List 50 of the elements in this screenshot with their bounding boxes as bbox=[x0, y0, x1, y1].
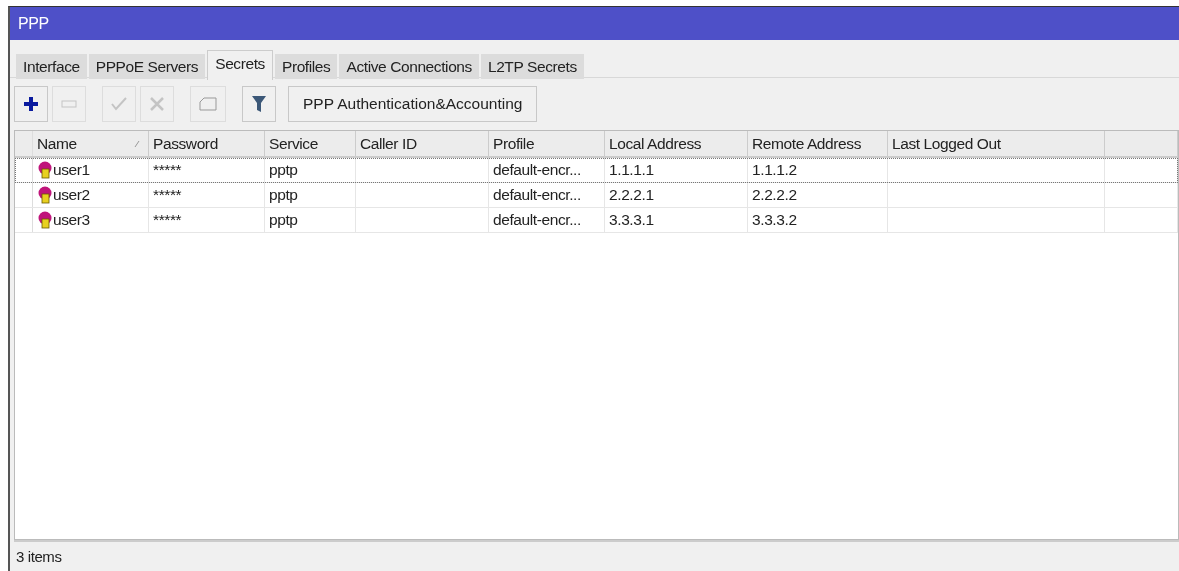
table-cell: ***** bbox=[153, 186, 182, 204]
window-title: PPP bbox=[10, 7, 1179, 40]
column-header[interactable]: Profile bbox=[489, 131, 605, 156]
tab[interactable]: L2TP Secrets bbox=[480, 54, 584, 79]
checkmark-icon bbox=[111, 97, 127, 111]
table-cell: 2.2.2.2 bbox=[752, 186, 797, 204]
table-cell: ***** bbox=[153, 161, 182, 179]
toolbar-button[interactable]: PPP Authentication&Accounting bbox=[288, 86, 538, 122]
table-cell: default-encr... bbox=[493, 186, 581, 204]
cross-icon bbox=[150, 97, 164, 111]
table-cell: pptp bbox=[269, 211, 298, 229]
table-cell: user1 bbox=[53, 161, 90, 179]
column-header[interactable]: Service bbox=[265, 131, 356, 156]
user-key-icon bbox=[37, 211, 53, 229]
table-cell: ***** bbox=[153, 211, 182, 229]
table-cell: pptp bbox=[269, 186, 298, 204]
table-row[interactable]: user3 ***** pptp default-encr... 3.3.3.1 3.3.3.2 bbox=[15, 208, 1178, 233]
table-row[interactable]: user1 ***** pptp default-encr... 1.1.1.1 1.1.1.2 bbox=[15, 158, 1178, 183]
column-header[interactable]: Local Address bbox=[605, 131, 748, 156]
filter-icon bbox=[251, 95, 267, 113]
sort-icon bbox=[134, 140, 140, 148]
add-button[interactable] bbox=[14, 86, 48, 122]
filter-button[interactable] bbox=[242, 86, 276, 122]
column-header[interactable]: Name bbox=[33, 131, 149, 156]
table-cell: default-encr... bbox=[493, 211, 581, 229]
table-cell: 3.3.3.1 bbox=[609, 211, 654, 229]
column-header[interactable]: Caller ID bbox=[356, 131, 489, 156]
status-bar: 3 items bbox=[14, 540, 1179, 571]
table-cell: 2.2.2.1 bbox=[609, 186, 654, 204]
column-header[interactable]: Remote Address bbox=[748, 131, 888, 156]
user-key-icon bbox=[37, 186, 53, 204]
note-icon bbox=[199, 97, 217, 111]
tab[interactable]: Interface bbox=[16, 54, 87, 79]
tab[interactable]: Profiles bbox=[274, 54, 338, 79]
column-header[interactable]: Last Logged Out bbox=[888, 131, 1105, 156]
table-cell: user3 bbox=[53, 211, 90, 229]
user-key-icon bbox=[37, 161, 53, 179]
table-row[interactable]: user2 ***** pptp default-encr... 2.2.2.1 2.2.2.2 bbox=[15, 183, 1178, 208]
tab[interactable]: PPPoE Servers bbox=[88, 54, 206, 79]
table-cell: 1.1.1.1 bbox=[609, 161, 654, 179]
plus-icon bbox=[23, 96, 39, 112]
tab[interactable]: Active Connections bbox=[339, 54, 479, 79]
tab[interactable]: Secrets bbox=[207, 50, 273, 80]
table-cell: default-encr... bbox=[493, 161, 581, 179]
table-cell: 3.3.3.2 bbox=[752, 211, 797, 229]
minus-icon bbox=[61, 100, 77, 108]
table-cell: pptp bbox=[269, 161, 298, 179]
table-cell: 1.1.1.2 bbox=[752, 161, 797, 179]
column-header[interactable]: Password bbox=[149, 131, 265, 156]
table-cell: user2 bbox=[53, 186, 90, 204]
